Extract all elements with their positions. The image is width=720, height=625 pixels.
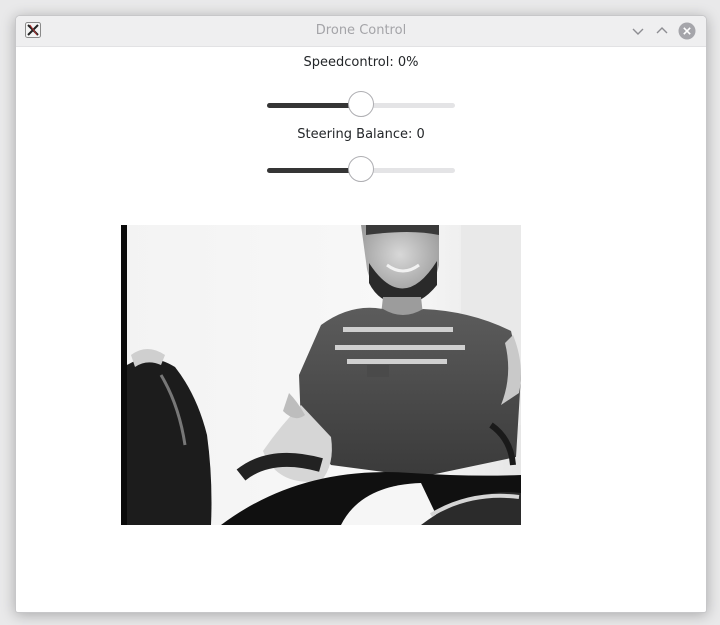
steering-slider[interactable] — [267, 156, 455, 184]
steering-label: Steering Balance: 0 — [297, 127, 425, 142]
window-title: Drone Control — [315, 23, 407, 38]
main-content: Speedcontrol: 0% Steering Balance: 0 — [16, 47, 706, 612]
slider-fill — [267, 168, 361, 173]
chevron-down-icon[interactable] — [630, 23, 646, 39]
app-window: Drone Control Speedcontrol: 0% Steering … — [15, 15, 707, 613]
slider-handle[interactable] — [348, 156, 374, 182]
slider-handle[interactable] — [348, 91, 374, 117]
slider-fill — [267, 103, 361, 108]
title-bar[interactable]: Drone Control — [16, 16, 706, 47]
chevron-up-icon[interactable] — [654, 23, 670, 39]
speed-label: Speedcontrol: 0% — [303, 55, 419, 70]
camera-feed — [121, 225, 521, 525]
speed-slider[interactable] — [267, 91, 455, 119]
close-circle-icon[interactable] — [678, 22, 696, 40]
